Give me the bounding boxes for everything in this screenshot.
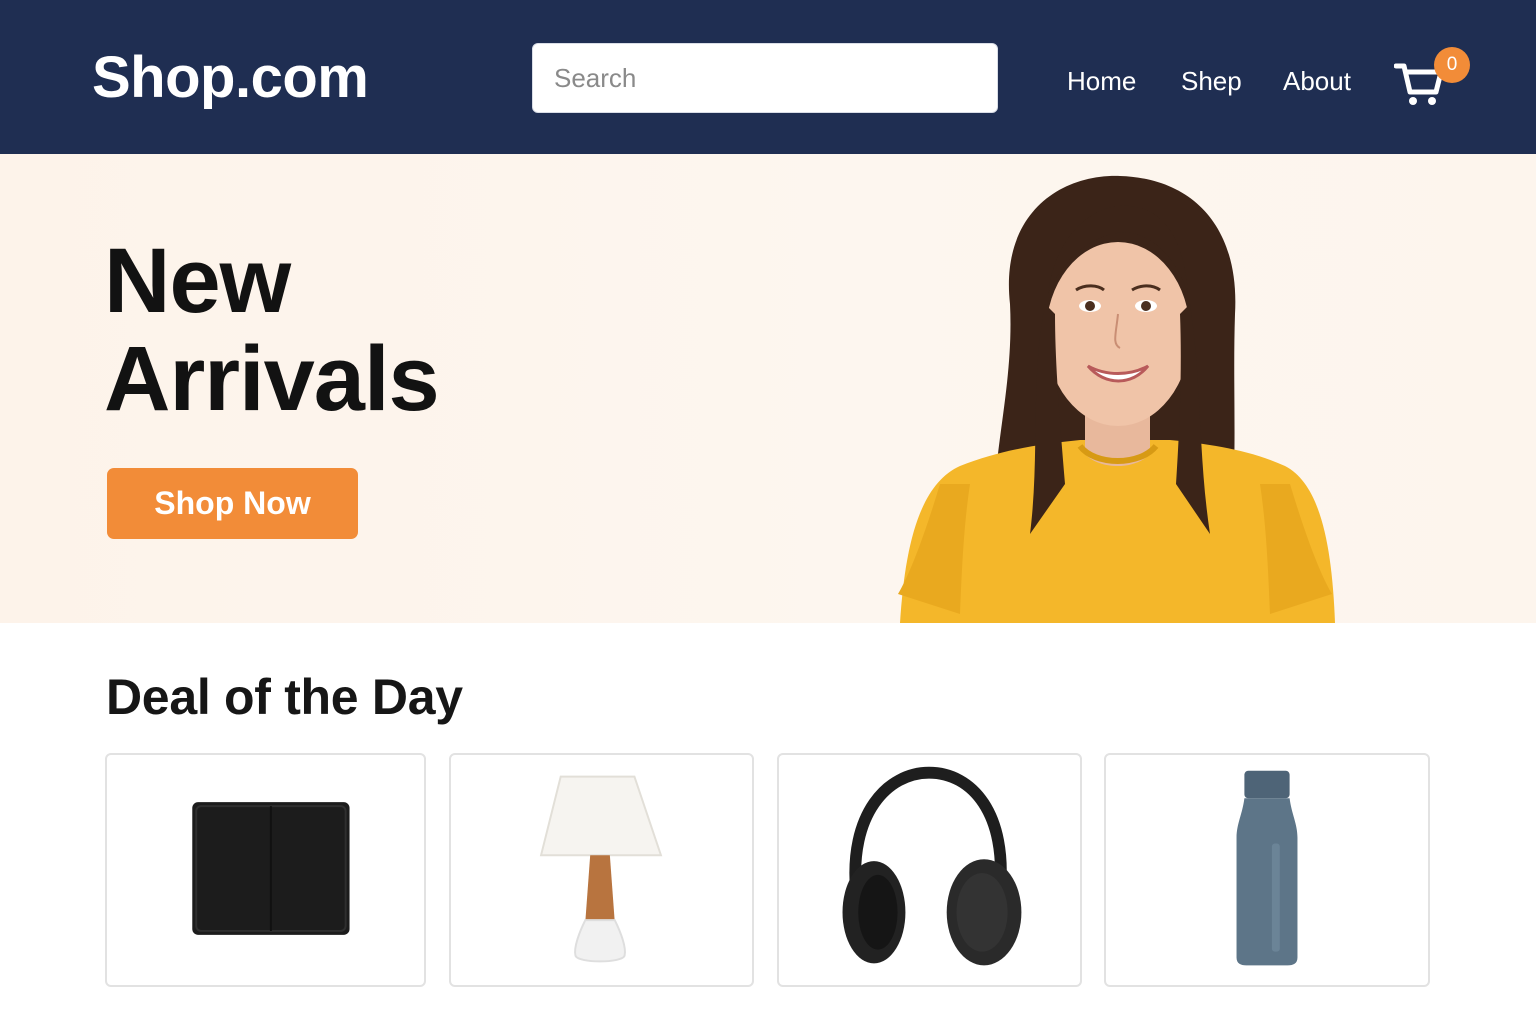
product-card-headphones[interactable] (777, 753, 1082, 987)
site-logo[interactable]: Shop.com (92, 44, 369, 111)
hero-banner: New Arrivals Shop Now (0, 154, 1536, 623)
product-card-wallet[interactable] (105, 753, 426, 987)
product-card-lamp[interactable] (449, 753, 754, 987)
hero-model-image (898, 175, 1335, 623)
headphones-image (842, 766, 1022, 966)
wallet-image (192, 802, 350, 935)
top-navbar: Shop.com Home Shep About 0 (0, 0, 1536, 154)
search-box[interactable] (532, 43, 998, 113)
hero-title: New Arrivals (104, 230, 440, 430)
shop-now-button[interactable]: Shop Now (107, 468, 358, 539)
deal-of-the-day-heading: Deal of the Day (106, 669, 463, 725)
nav-link-about[interactable]: About (1283, 66, 1351, 100)
hero-title-line2: Arrivals (104, 328, 440, 430)
cart-count-badge: 0 (1434, 47, 1470, 83)
search-input[interactable] (533, 44, 997, 112)
water-bottle-image (1236, 770, 1298, 966)
hero-title-line1: New (104, 230, 291, 332)
nav-link-shop[interactable]: Shep (1181, 66, 1242, 100)
product-card-bottle[interactable] (1104, 753, 1430, 987)
nav-link-home[interactable]: Home (1067, 66, 1136, 100)
lamp-image (539, 775, 663, 963)
